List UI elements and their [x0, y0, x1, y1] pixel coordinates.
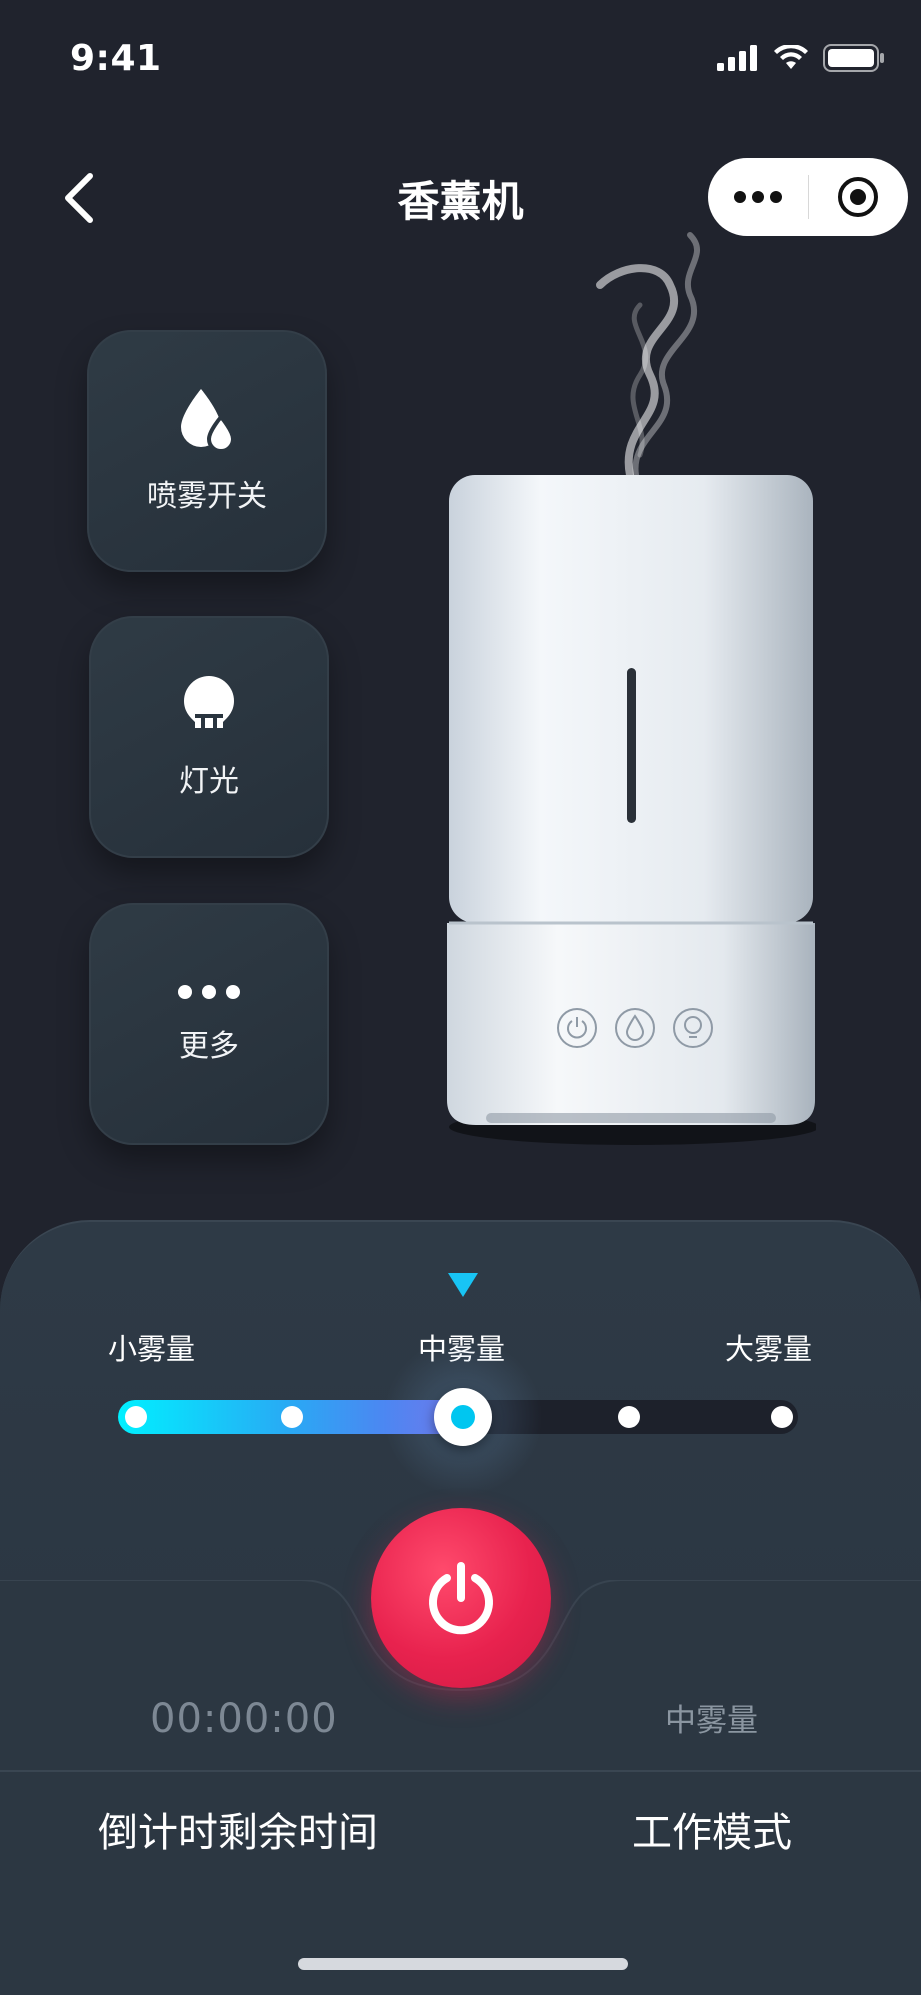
- slider-thumb-center: [451, 1405, 475, 1429]
- status-time: 9:41: [70, 38, 162, 79]
- close-program-button[interactable]: [809, 158, 909, 236]
- bulb-icon: [184, 676, 234, 728]
- power-button[interactable]: [371, 1508, 551, 1688]
- battery-icon: [823, 44, 884, 72]
- work-mode-label[interactable]: 工作模式: [632, 1800, 792, 1858]
- slider-step-dot[interactable]: [771, 1406, 793, 1428]
- mini-program-capsule: [708, 158, 908, 236]
- slider-step-dot[interactable]: [125, 1406, 147, 1428]
- spray-toggle-button[interactable]: 喷雾开关: [87, 330, 327, 572]
- wifi-icon: [774, 45, 808, 69]
- footer-divider: [0, 1770, 921, 1772]
- water-drops-icon: [181, 389, 236, 451]
- status-icons: [717, 44, 885, 72]
- light-label: 灯光: [179, 764, 239, 799]
- slider-step-dot[interactable]: [281, 1406, 303, 1428]
- countdown-label[interactable]: 倒计时剩余时间: [98, 1800, 378, 1858]
- countdown-value: 00:00:00: [150, 1696, 338, 1742]
- level-small-label[interactable]: 小雾量: [108, 1326, 195, 1368]
- more-dots-icon: [733, 191, 782, 203]
- mist-slider-thumb[interactable]: [434, 1388, 492, 1446]
- signal-icon: [717, 45, 757, 71]
- home-indicator[interactable]: [298, 1958, 628, 1970]
- level-large-label[interactable]: 大雾量: [725, 1326, 812, 1368]
- spray-toggle-label: 喷雾开关: [147, 479, 267, 514]
- target-icon: [838, 177, 879, 217]
- smoke-illustration: [596, 232, 700, 479]
- power-icon: [429, 1562, 493, 1635]
- more-dots-icon: [178, 985, 240, 999]
- light-button[interactable]: 灯光: [89, 616, 329, 858]
- selected-level-marker: [448, 1273, 478, 1297]
- more-button[interactable]: 更多: [89, 903, 329, 1145]
- more-label: 更多: [179, 1029, 239, 1064]
- work-mode-value: 中雾量: [665, 1703, 758, 1739]
- humidifier-illustration: [447, 475, 816, 1145]
- slider-step-dot[interactable]: [618, 1406, 640, 1428]
